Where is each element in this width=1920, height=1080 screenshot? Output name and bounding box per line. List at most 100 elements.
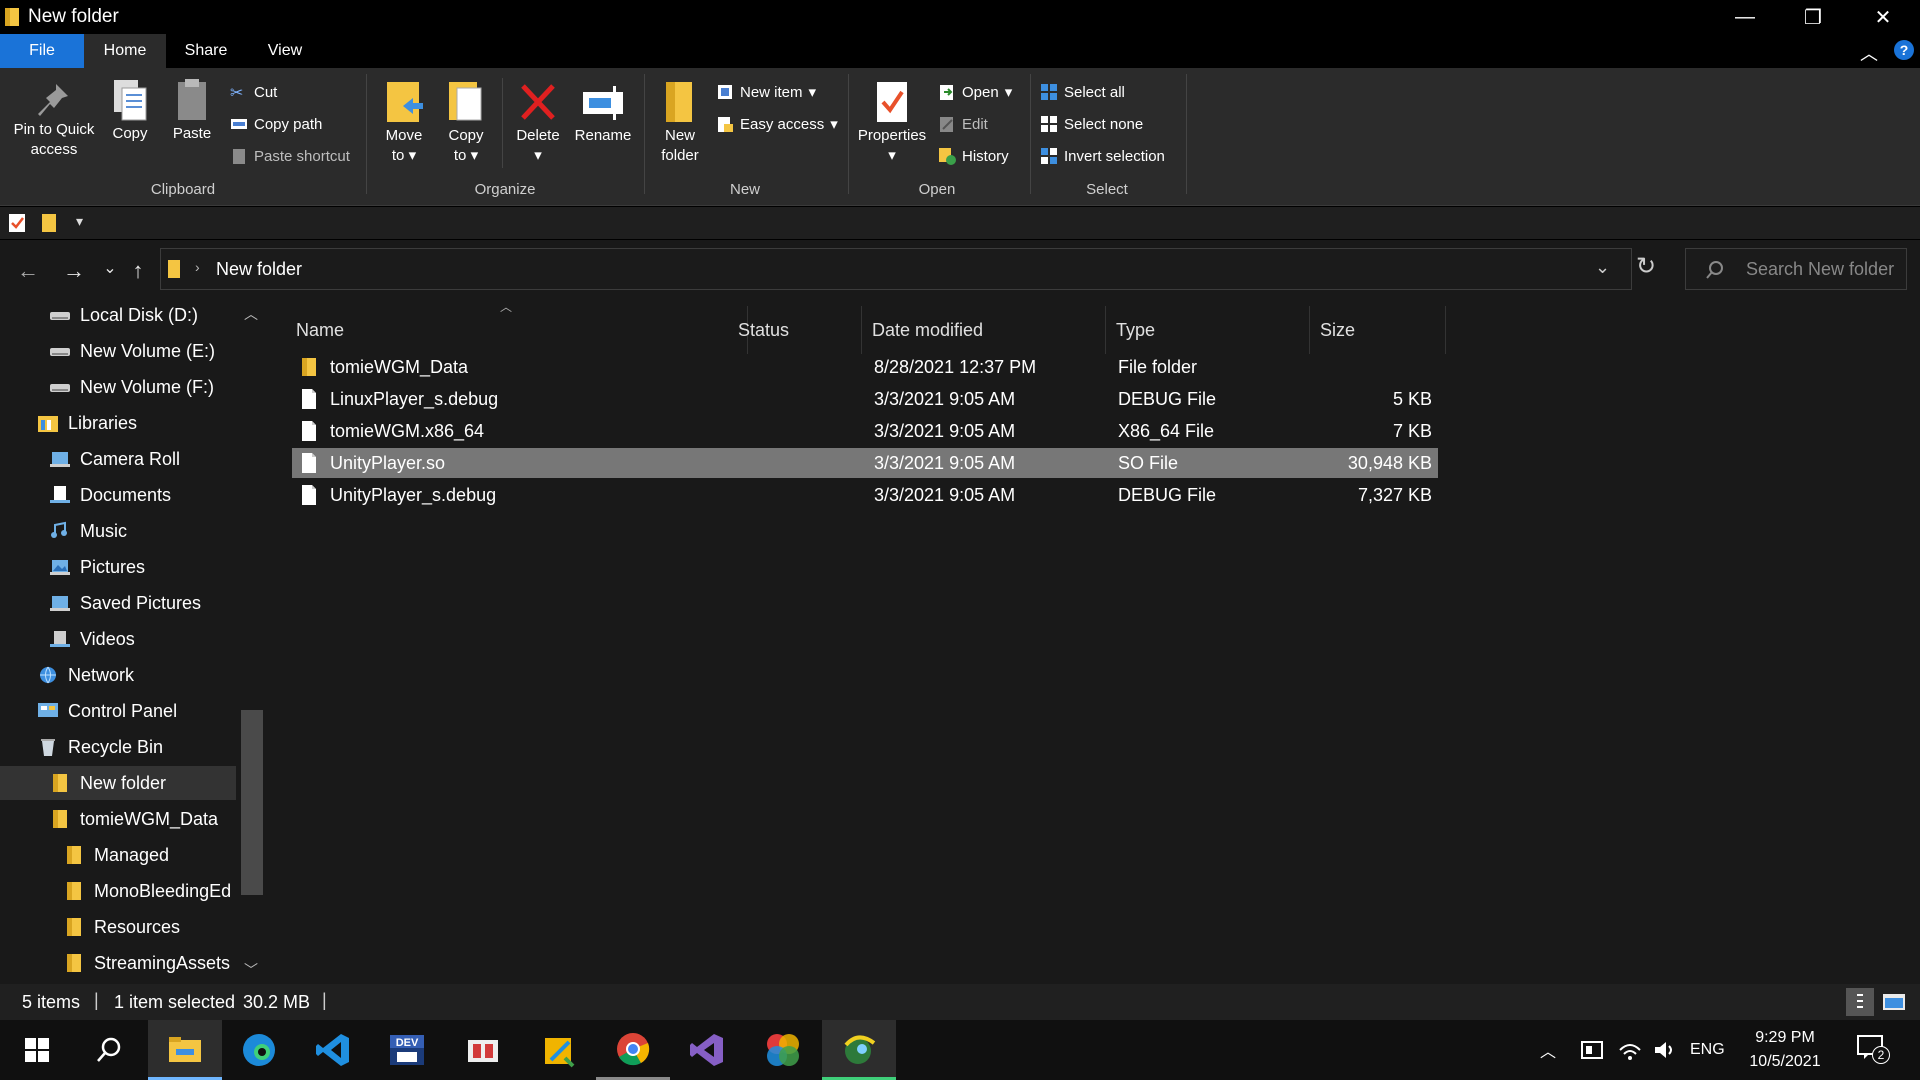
breadcrumb-item[interactable]: New folder — [216, 259, 302, 280]
sidebar-item-new-folder[interactable]: New folder — [0, 766, 236, 800]
table-row[interactable]: UnityPlayer.so 3/3/2021 9:05 AM SO File 30,… — [292, 448, 1438, 478]
sidebar-item-new-volume-f[interactable]: New Volume (F:) — [48, 370, 236, 404]
devcpp-taskbar-button[interactable]: DEV — [370, 1020, 444, 1080]
open-icon — [940, 85, 953, 100]
edge-taskbar-button[interactable] — [222, 1020, 296, 1080]
sidebar-item-new-volume-e[interactable]: New Volume (E:) — [48, 334, 236, 368]
notifications-button[interactable]: 2 — [1856, 1034, 1892, 1066]
vscode-taskbar-button[interactable] — [296, 1020, 370, 1080]
sidebar-item-monobleedinged[interactable]: MonoBleedingEd — [62, 874, 236, 908]
pin-to-quick-access-button[interactable]: Pin to Quick access — [8, 80, 100, 160]
breadcrumb-chevron-icon[interactable]: › — [195, 259, 200, 275]
sidebar-item-streamingassets[interactable]: StreamingAssets — [62, 946, 236, 980]
up-arrow-icon[interactable]: ↑ — [124, 258, 152, 284]
recent-locations-chevron-icon[interactable]: ⌄ — [96, 258, 124, 278]
tools-taskbar-button[interactable] — [522, 1020, 596, 1080]
sidebar-item-music[interactable]: Music — [48, 514, 236, 548]
tab-view[interactable]: View — [250, 34, 320, 68]
table-row[interactable]: tomieWGM.x86_64 3/3/2021 9:05 AM X86_64 Fi… — [292, 416, 1438, 446]
search-box[interactable]: Search New folder — [1685, 248, 1907, 290]
copy-path-button[interactable]: Copy path — [230, 112, 350, 136]
notification-count-badge: 2 — [1872, 1046, 1890, 1064]
sidebar-item-camera-roll[interactable]: Camera Roll — [48, 442, 236, 476]
table-row[interactable]: tomieWGM_Data 8/28/2021 12:37 PM File fold… — [292, 352, 1438, 382]
sidebar-scrollbar-thumb[interactable] — [241, 710, 263, 895]
collapse-ribbon-icon[interactable]: ︿ — [1860, 40, 1878, 66]
photos-taskbar-button[interactable] — [746, 1020, 820, 1080]
move-to-button[interactable]: Move to ▾ — [380, 78, 428, 166]
paste-shortcut-button[interactable]: Paste shortcut — [230, 144, 350, 168]
language-indicator[interactable]: ENG — [1690, 1020, 1725, 1080]
tab-file[interactable]: File — [0, 34, 84, 68]
search-button[interactable] — [72, 1020, 146, 1080]
sidebar-item-libraries[interactable]: Libraries — [36, 406, 236, 440]
new-folder-icon[interactable] — [40, 212, 58, 234]
start-button[interactable] — [0, 1020, 74, 1080]
invert-selection-button[interactable]: Invert selection — [1040, 144, 1165, 168]
restore-button[interactable]: ❐ — [1778, 0, 1848, 34]
wifi-icon[interactable] — [1618, 1038, 1642, 1062]
details-view-icon[interactable] — [1846, 988, 1874, 1016]
sidebar-item-videos[interactable]: Videos — [48, 622, 236, 656]
column-header-name[interactable]: Name — [286, 306, 748, 354]
column-header-date[interactable]: Date modified — [862, 306, 1106, 354]
snipping-taskbar-button[interactable] — [446, 1020, 520, 1080]
forward-arrow-icon[interactable]: → — [60, 258, 88, 284]
scroll-up-icon[interactable]: ︿ — [244, 304, 258, 324]
help-icon[interactable]: ? — [1894, 40, 1914, 60]
delete-icon — [521, 84, 555, 120]
file-size: 7,327 KB — [1357, 485, 1432, 505]
address-dropdown-icon[interactable]: ⌄ — [1595, 257, 1610, 278]
show-hidden-icons-icon[interactable]: ︿ — [1540, 1020, 1556, 1080]
delete-button[interactable]: Delete ▾ — [512, 78, 564, 166]
large-icons-view-icon[interactable] — [1882, 992, 1906, 1012]
address-bar[interactable]: › New folder ⌄ — [160, 248, 1632, 290]
customize-toolbar-icon[interactable]: ▾ — [76, 213, 83, 230]
sidebar-item-pictures[interactable]: Pictures — [48, 550, 236, 584]
sidebar-item-tomiewgm-data[interactable]: tomieWGM_Data — [48, 802, 236, 836]
rename-button[interactable]: Rename — [570, 78, 636, 146]
sidebar-item-local-disk-d[interactable]: Local Disk (D:) — [48, 298, 236, 332]
sidebar-item-managed[interactable]: Managed — [62, 838, 236, 872]
volume-icon[interactable] — [1652, 1038, 1676, 1062]
column-header-status[interactable]: Status — [728, 306, 862, 354]
unity-taskbar-button[interactable] — [822, 1020, 896, 1080]
file-explorer-taskbar-button[interactable] — [148, 1020, 222, 1080]
battery-security-icon[interactable] — [1580, 1038, 1604, 1062]
table-row[interactable]: UnityPlayer_s.debug 3/3/2021 9:05 AM DEBUG… — [292, 480, 1438, 510]
table-row[interactable]: LinuxPlayer_s.debug 3/3/2021 9:05 AM DEBUG… — [292, 384, 1438, 414]
open-button[interactable]: Open ▾ — [938, 80, 1012, 104]
easy-access-button[interactable]: Easy access ▾ — [716, 112, 838, 136]
new-item-button[interactable]: New item ▾ — [716, 80, 838, 104]
sidebar-item-recycle-bin[interactable]: Recycle Bin — [36, 730, 236, 764]
refresh-icon[interactable]: ↻ — [1636, 252, 1656, 281]
clock-date: 10/5/2021 — [1749, 1053, 1821, 1070]
sidebar-item-documents[interactable]: Documents — [48, 478, 236, 512]
chrome-taskbar-button[interactable] — [596, 1020, 670, 1080]
properties-check-icon[interactable] — [8, 213, 28, 233]
tab-share[interactable]: Share — [170, 34, 242, 68]
cut-button[interactable]: ✂ Cut — [230, 80, 350, 104]
column-header-type[interactable]: Type — [1106, 306, 1310, 354]
copy-button[interactable]: Copy — [104, 78, 156, 144]
edit-button[interactable]: Edit — [938, 112, 1012, 136]
select-none-button[interactable]: Select none — [1040, 112, 1165, 136]
copy-to-button[interactable]: Copy to ▾ — [442, 78, 490, 166]
visual-studio-taskbar-button[interactable] — [670, 1020, 744, 1080]
sidebar-item-network[interactable]: Network — [36, 658, 236, 692]
paste-button[interactable]: Paste — [166, 78, 218, 144]
clock[interactable]: 9:29 PM 10/5/2021 — [1740, 1026, 1830, 1074]
select-all-button[interactable]: Select all — [1040, 80, 1165, 104]
sidebar-item-resources[interactable]: Resources — [62, 910, 236, 944]
minimize-button[interactable]: — — [1710, 0, 1780, 34]
back-arrow-icon[interactable]: ← — [14, 258, 42, 284]
history-button[interactable]: History — [938, 144, 1012, 168]
sidebar-item-control-panel[interactable]: Control Panel — [36, 694, 236, 728]
tab-home[interactable]: Home — [84, 34, 166, 68]
new-folder-button[interactable]: New folder — [654, 78, 706, 166]
close-button[interactable]: ✕ — [1848, 0, 1918, 34]
column-header-size[interactable]: Size — [1310, 306, 1446, 354]
properties-button[interactable]: Properties ▾ — [852, 78, 932, 166]
scroll-down-icon[interactable]: ﹀ — [244, 960, 258, 980]
sidebar-item-saved-pictures[interactable]: Saved Pictures — [48, 586, 236, 620]
